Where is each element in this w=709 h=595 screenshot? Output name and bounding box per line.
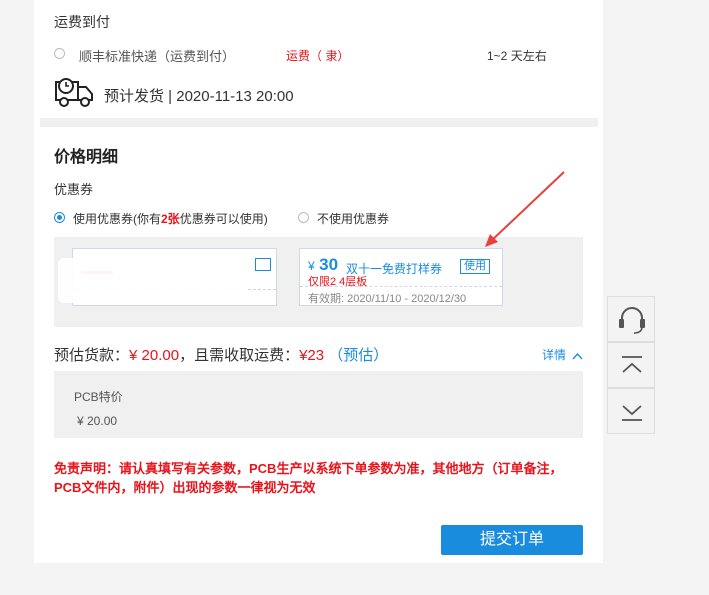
details-label: 详情 — [542, 348, 567, 362]
price-estimate-line: 预估货款：¥ 20.00，且需收取运费：¥23 （预估） — [54, 344, 388, 365]
price-detail-box — [54, 371, 583, 438]
back-to-top-icon — [622, 356, 642, 373]
back-to-top-button[interactable] — [607, 342, 655, 388]
shipping-section-title: 运费到付 — [54, 14, 110, 30]
shipping-option-label[interactable]: 顺丰标准快递（运费到付） — [79, 46, 235, 65]
coupon-use-button[interactable]: 使用 — [460, 259, 490, 274]
disclaimer-text: 免责声明：请认真填写有关参数，PCB生产以系统下单参数为准，其他地方（订单备注，… — [54, 461, 563, 495]
use-coupon-prefix: 使用优惠券(你有 — [73, 212, 161, 226]
headset-icon — [619, 307, 645, 334]
coupon-amount: 30 — [319, 255, 339, 274]
coupon-title: 优惠券 — [54, 182, 94, 197]
privacy-blur — [58, 258, 248, 303]
coupon-divider-active — [300, 286, 502, 287]
coupon-use-badge-obscured — [255, 258, 271, 271]
use-coupon-radio[interactable] — [54, 212, 65, 223]
shipping-duration: 1~2 天左右 — [487, 49, 547, 63]
scroll-bottom-button[interactable] — [607, 388, 655, 434]
estimated-ship-date: 预计发货 | 2020-11-13 20:00 — [104, 88, 294, 105]
coupon-currency: ¥ — [308, 259, 315, 273]
estimate-prefix: 预估货款： — [54, 347, 130, 364]
details-toggle[interactable]: 详情 — [542, 346, 583, 363]
no-coupon-radio[interactable] — [298, 212, 309, 223]
chevron-up-icon — [572, 352, 583, 360]
use-coupon-suffix: 优惠券可以使用) — [179, 212, 268, 226]
annotation-arrow — [485, 171, 565, 247]
estimate-middle: ，且需收取运费： — [179, 347, 300, 364]
section-divider — [40, 118, 598, 127]
shipping-fee-text: 运费（ 隶） — [286, 49, 350, 63]
customer-service-button[interactable] — [607, 296, 655, 342]
coupon-count: 2张 — [161, 212, 180, 226]
shipping-option-radio[interactable] — [54, 48, 65, 59]
detail-item-label: PCB特价 — [74, 390, 123, 404]
no-coupon-label[interactable]: 不使用优惠券 — [317, 210, 389, 227]
coupon-validity: 有效期: 2020/11/10 - 2020/12/30 — [308, 293, 467, 305]
coupon-value: ¥ 30 — [308, 255, 338, 275]
estimate-amount: ¥ 20.00 — [129, 347, 180, 364]
submit-order-button[interactable]: 提交订单 — [441, 525, 583, 555]
delivery-truck-icon — [55, 78, 93, 107]
coupon-card[interactable]: ¥ 30 双十一免费打样券 使用 仅限2 4层板 有效期: 2020/11/10… — [299, 248, 503, 306]
detail-item-amount: ¥ 20.00 — [77, 414, 118, 428]
scroll-bottom-icon — [622, 405, 642, 421]
price-section-title: 价格明细 — [54, 149, 119, 166]
shipping-amount: ¥23 — [299, 347, 325, 364]
use-coupon-label[interactable]: 使用优惠券(你有2张优惠券可以使用) — [73, 210, 268, 227]
estimate-note: （预估） — [328, 347, 389, 364]
